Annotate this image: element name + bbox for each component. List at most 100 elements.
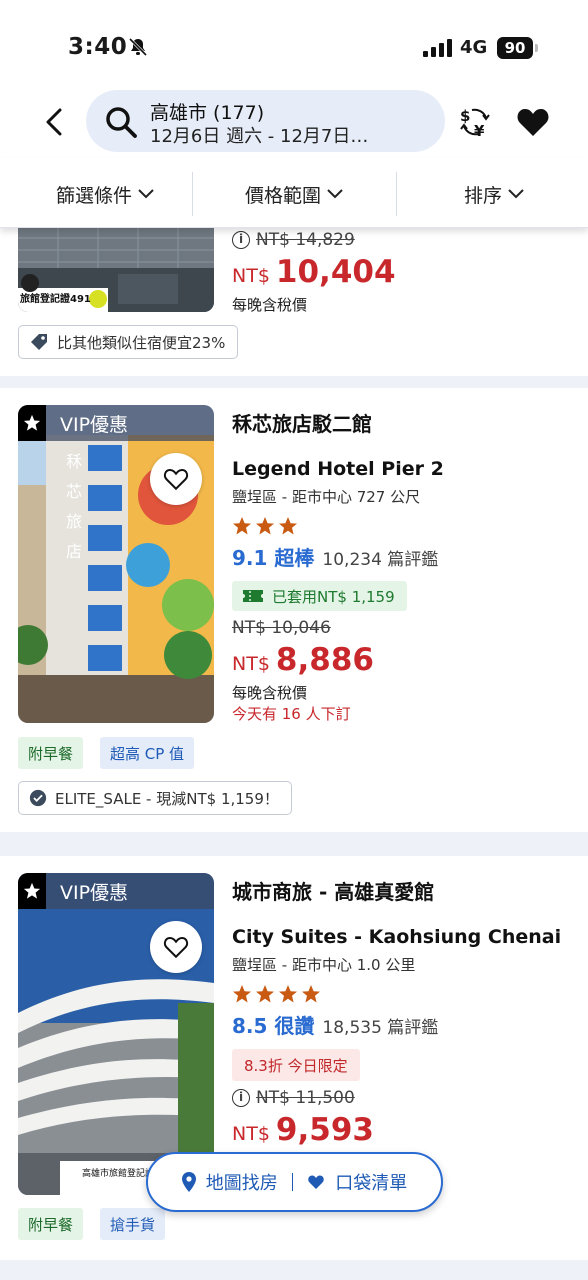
hotel-photo[interactable]: 秝芯旅店 VIP優惠 [18,405,214,723]
breakfast-chip: 附早餐 [18,1208,84,1240]
original-price: i NT$ 14,829 [232,230,355,250]
current-price: NT$ 10,404 [232,254,396,290]
hotel-license-caption: 高雄市旅館登記證 [82,1169,155,1179]
info-icon[interactable]: i [232,1089,250,1107]
coupon-applied-text: 已套用NT$ 1,159 [272,587,395,606]
value-chip: 超高 CP 值 [100,737,195,769]
hotel-photo-image [18,873,214,1195]
ticket-icon [243,590,263,602]
sort-button[interactable]: 排序 [404,172,584,216]
hotel-photo-image: 秝芯旅店 [18,405,214,723]
review-count: 10,234 篇評鑑 [322,550,439,570]
filter-divider [396,172,397,216]
chevron-down-icon [138,189,154,199]
coupon-applied-badge: 已套用NT$ 1,159 [232,581,407,611]
current-price: NT$ 8,886 [232,642,374,678]
cellular-signal-icon [423,39,452,57]
price-tag-icon [31,334,47,350]
save-hotel-button[interactable] [150,453,202,505]
tax-note: 每晚含稅價 [232,296,308,314]
star-icon [256,985,274,1003]
star-icon [256,517,274,535]
star-icon [279,985,297,1003]
hotel-name-en[interactable]: City Suites - Kaohsiung Chenai [232,926,561,948]
tax-note: 每晚含稅價 [232,684,308,702]
star-badge-icon [18,405,46,441]
review-score[interactable]: 8.5 很讚 18,535 篇評鑑 [232,1010,438,1039]
info-icon[interactable]: i [232,231,250,249]
review-score-value: 9.1 超棒 [232,546,315,570]
chevron-down-icon [508,189,524,199]
price-range-button[interactable]: 價格範圍 [200,172,388,216]
price-currency: NT$ [232,265,270,287]
review-score-value: 8.5 很讚 [232,1014,315,1038]
vip-badge-label: VIP優惠 [60,881,129,904]
hotel-photo[interactable]: 旅館登記證491 [18,228,214,312]
hotel-card[interactable]: 旅館登記證491 i NT$ 14,829 NT$ 10,404 每晚含稅價 比… [0,228,588,376]
promo-text: ELITE_SALE - 現減NT$ 1,159！ [55,789,279,808]
star-icon [279,517,297,535]
popular-chip: 搶手貨 [100,1208,166,1240]
booked-today: 今天有 16 人下訂 [232,705,351,723]
original-price: i NT$ 11,500 [232,1088,355,1108]
original-price-value: NT$ 11,500 [256,1088,355,1108]
currency-exchange-icon[interactable]: $ ¥ [458,104,492,140]
save-hotel-button[interactable] [150,921,202,973]
original-price: NT$ 10,046 [232,618,331,638]
svg-text:店: 店 [66,542,82,561]
heart-outline-icon [163,469,189,491]
review-count: 18,535 篇評鑑 [322,1018,439,1038]
svg-text:$: $ [460,107,470,125]
svg-text:秝: 秝 [66,452,82,471]
hotel-location: 鹽埕區 - 距市中心 727 公尺 [232,488,421,506]
filter-divider [192,172,193,216]
search-destination: 高雄市 (177) [150,102,265,124]
hotel-card[interactable]: 秝芯旅店 VIP優惠 秝芯旅店駁二館 Legend Hotel Pier 2 鹽… [0,388,588,832]
hotel-name-en[interactable]: Legend Hotel Pier 2 [232,458,444,480]
deal-badge: 比其他類似住宿便宜23% [18,325,239,359]
hotel-photo[interactable]: VIP優惠 高雄市旅館登記證 [18,873,214,1195]
map-search-label: 地圖找房 [205,1173,278,1194]
star-icon [233,985,251,1003]
svg-text:¥: ¥ [474,122,485,140]
search-header: 高雄市 (177) 12月6日 週六 - 12月7日… $ ¥ [0,84,588,158]
original-price-value: NT$ 14,829 [256,230,355,250]
back-arrow-icon[interactable] [38,104,72,140]
filter-conditions-button[interactable]: 篩選條件 [20,172,190,216]
original-price-value: NT$ 10,046 [232,618,331,638]
star-rating [232,984,321,1004]
deal-badge-text: 比其他類似住宿便宜23% [57,333,226,352]
floating-action-bar: 地圖找房 口袋清單 [146,1152,443,1212]
price-currency: NT$ [232,653,270,675]
limited-discount-badge: 8.3折 今日限定 [232,1049,360,1081]
divider [291,1173,294,1191]
hotel-name-zh[interactable]: 秝芯旅店駁二館 [232,408,372,437]
price-currency: NT$ [232,1123,270,1145]
battery-tip [535,44,538,52]
search-dates: 12月6日 週六 - 12月7日… [150,126,369,147]
vip-badge: VIP優惠 [18,405,214,441]
star-icon [233,517,251,535]
hotel-location: 鹽埕區 - 距市中心 1.0 公里 [232,956,416,974]
price-amount: 10,404 [275,254,396,290]
pocket-list-button[interactable]: 口袋清單 [307,1169,407,1195]
vip-badge-label: VIP優惠 [60,413,129,436]
hotel-name-zh[interactable]: 城市商旅 - 高雄真愛館 [232,876,434,905]
favorites-heart-icon[interactable] [516,106,550,138]
pocket-list-label: 口袋清單 [335,1173,408,1194]
sort-label: 排序 [463,184,502,207]
status-bar: 3:40 4G 90 [0,0,588,84]
vip-badge: VIP優惠 [18,873,214,909]
map-pin-icon [181,1172,196,1192]
svg-text:芯: 芯 [66,482,82,501]
chevron-down-icon [327,189,343,199]
svg-text:旅: 旅 [66,512,82,531]
star-rating [232,516,298,536]
review-score[interactable]: 9.1 超棒 10,234 篇評鑑 [232,542,438,571]
map-search-button[interactable]: 地圖找房 [181,1169,278,1195]
star-icon [302,985,320,1003]
heart-outline-icon [163,937,189,959]
breakfast-chip: 附早餐 [18,737,84,769]
star-badge-icon [18,873,46,909]
search-summary-button[interactable]: 高雄市 (177) 12月6日 週六 - 12月7日… [86,90,445,152]
